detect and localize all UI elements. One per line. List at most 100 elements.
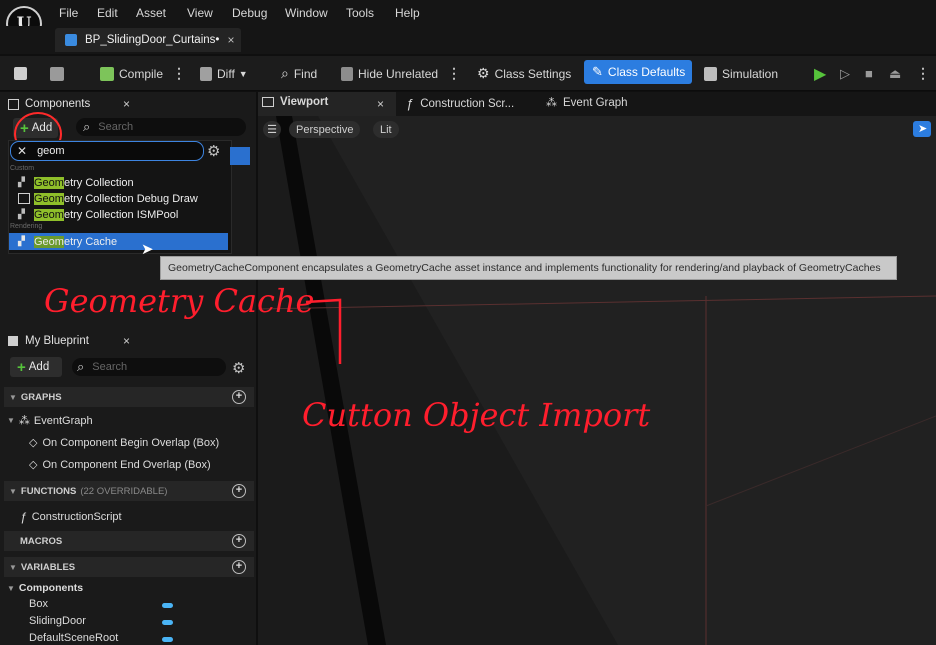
- components-search-input[interactable]: ⌕ Search: [76, 118, 246, 136]
- compile-label: Compile: [119, 66, 164, 81]
- variable-group-components[interactable]: ▼ Components: [7, 582, 83, 594]
- close-icon[interactable]: ×: [123, 334, 130, 348]
- menu-asset[interactable]: Asset: [136, 6, 166, 20]
- list-item[interactable]: ▞ Geom etry Collection: [18, 175, 134, 190]
- simulation-icon: [704, 66, 717, 81]
- chevron-down-icon: ▼: [9, 486, 17, 496]
- add-variable-button[interactable]: + Add: [10, 357, 62, 377]
- category-rendering: Rendering: [10, 223, 43, 230]
- play-icon[interactable]: ▶: [814, 64, 826, 83]
- list-item-geometry-cache[interactable]: ▞ Geom etry Cache: [18, 234, 117, 249]
- diff-icon: [200, 66, 212, 81]
- variable-group-label: Components: [18, 582, 84, 594]
- document-tab[interactable]: BP_SlidingDoor_Curtains• ×: [55, 28, 241, 52]
- list-item[interactable]: Geom etry Collection Debug Draw: [18, 191, 198, 206]
- graph-icon: ⁂: [546, 97, 557, 109]
- menu-file[interactable]: File: [59, 6, 78, 20]
- lit-button[interactable]: Lit: [373, 121, 399, 138]
- construction-tab-label: Construction Scr...: [420, 97, 515, 110]
- section-macros[interactable]: MACROS +: [4, 531, 254, 551]
- compile-options-icon[interactable]: ⋮: [172, 65, 186, 82]
- save-icon[interactable]: [14, 64, 32, 83]
- menu-debug[interactable]: Debug: [232, 6, 267, 20]
- eject-icon[interactable]: ⏏: [889, 64, 901, 83]
- annotation-geometry-cache: Geometry Cache: [44, 282, 315, 320]
- gear-icon: ⚙: [477, 65, 490, 81]
- tab-construction-script[interactable]: ƒ Construction Scr...: [406, 96, 514, 111]
- toolbar-more-icon[interactable]: ⋮: [916, 64, 930, 83]
- book-icon: [8, 336, 18, 346]
- select-mode-icon[interactable]: ➤: [913, 121, 931, 137]
- chevron-down-icon: ▼: [7, 583, 15, 593]
- variable-label: DefaultSceneRoot: [29, 632, 119, 644]
- mouse-cursor-icon: ➤: [141, 241, 154, 258]
- selected-row-fragment: [230, 147, 250, 165]
- add-circle-icon[interactable]: +: [232, 534, 246, 548]
- menu-window[interactable]: Window: [285, 6, 328, 20]
- step-icon[interactable]: ▷: [840, 64, 850, 83]
- menu-help[interactable]: Help: [395, 6, 420, 20]
- menu-tools[interactable]: Tools: [346, 6, 374, 20]
- add-circle-icon[interactable]: +: [232, 560, 246, 574]
- perspective-button[interactable]: Perspective: [289, 121, 361, 138]
- variable-box[interactable]: Box: [29, 598, 48, 610]
- more-options-icon[interactable]: ⋮: [447, 65, 461, 82]
- close-icon[interactable]: ×: [227, 33, 234, 47]
- tab-event-graph[interactable]: ⁂ Event Graph: [546, 96, 628, 110]
- graph-label: EventGraph: [33, 414, 93, 427]
- perspective-label: Perspective: [296, 123, 354, 136]
- menu-view[interactable]: View: [187, 6, 213, 20]
- viewport-menu-icon[interactable]: ☰: [263, 121, 281, 138]
- document-tab-title: BP_SlidingDoor_Curtains•: [85, 34, 220, 46]
- gear-icon[interactable]: ⚙: [207, 142, 220, 160]
- event-label: On Component End Overlap (Box): [42, 458, 211, 471]
- close-icon[interactable]: ×: [377, 97, 384, 111]
- close-icon[interactable]: ×: [123, 97, 130, 111]
- diff-label: Diff: [217, 66, 235, 81]
- component-filter-input[interactable]: ✕ geom: [10, 141, 204, 161]
- class-defaults-button[interactable]: ✎ Class Defaults: [584, 60, 692, 84]
- viewport-scene: [258, 116, 936, 645]
- clear-icon[interactable]: ✕: [17, 144, 27, 158]
- find-button[interactable]: ⌕ Find: [281, 64, 317, 83]
- scene-left-wall: [258, 116, 618, 645]
- viewport-tab-label: Viewport: [280, 96, 329, 108]
- event-icon: ◇: [29, 437, 38, 449]
- components-icon: [8, 98, 19, 110]
- list-item[interactable]: ▞ Geom etry Collection ISMPool: [18, 207, 178, 222]
- class-settings-button[interactable]: ⚙ Class Settings: [477, 64, 571, 83]
- browse-icon[interactable]: [50, 64, 69, 83]
- tab-my-blueprint[interactable]: My Blueprint: [8, 330, 89, 352]
- item-label: etry Collection: [63, 176, 134, 189]
- add-circle-icon[interactable]: +: [232, 484, 246, 498]
- geometry-icon: ▞: [18, 236, 25, 246]
- diff-button[interactable]: Diff ▼: [200, 64, 248, 83]
- section-graphs[interactable]: ▼ GRAPHS +: [4, 387, 254, 407]
- variable-slidingdoor[interactable]: SlidingDoor: [29, 615, 86, 627]
- my-blueprint-tab-label: My Blueprint: [25, 335, 89, 347]
- event-end-overlap[interactable]: ◇ On Component End Overlap (Box): [29, 458, 211, 472]
- hide-unrelated-button[interactable]: Hide Unrelated ⋮: [341, 64, 461, 83]
- my-blueprint-search-input[interactable]: ⌕ Search: [72, 358, 226, 376]
- section-variables[interactable]: ▼ VARIABLES +: [4, 557, 254, 577]
- tab-viewport[interactable]: Viewport: [262, 96, 328, 108]
- section-functions[interactable]: ▼ FUNCTIONS (22 OVERRIDABLE) +: [4, 481, 254, 501]
- annotation-cutton-object-import: Cutton Object Import: [302, 396, 651, 434]
- item-label: etry Collection ISMPool: [63, 208, 179, 221]
- add-circle-icon[interactable]: +: [232, 390, 246, 404]
- variable-defaultsceneroot[interactable]: DefaultSceneRoot: [29, 632, 118, 644]
- tab-components[interactable]: Components: [8, 93, 90, 115]
- graph-eventgraph[interactable]: ▼ ⁂ EventGraph: [7, 414, 93, 428]
- compile-button[interactable]: Compile ⋮: [100, 64, 186, 83]
- chevron-down-icon: ▼: [9, 392, 17, 402]
- filter-text: geom: [37, 145, 65, 157]
- function-construction-script[interactable]: ƒ ConstructionScript: [20, 510, 122, 524]
- gear-icon[interactable]: ⚙: [232, 359, 245, 377]
- stop-icon[interactable]: ■: [865, 64, 873, 83]
- section-title: FUNCTIONS: [20, 485, 77, 497]
- simulation-button[interactable]: Simulation: [704, 64, 778, 83]
- search-icon: ⌕: [83, 119, 91, 134]
- menu-edit[interactable]: Edit: [97, 6, 118, 20]
- event-begin-overlap[interactable]: ◇ On Component Begin Overlap (Box): [29, 436, 219, 450]
- section-title: GRAPHS: [20, 391, 62, 403]
